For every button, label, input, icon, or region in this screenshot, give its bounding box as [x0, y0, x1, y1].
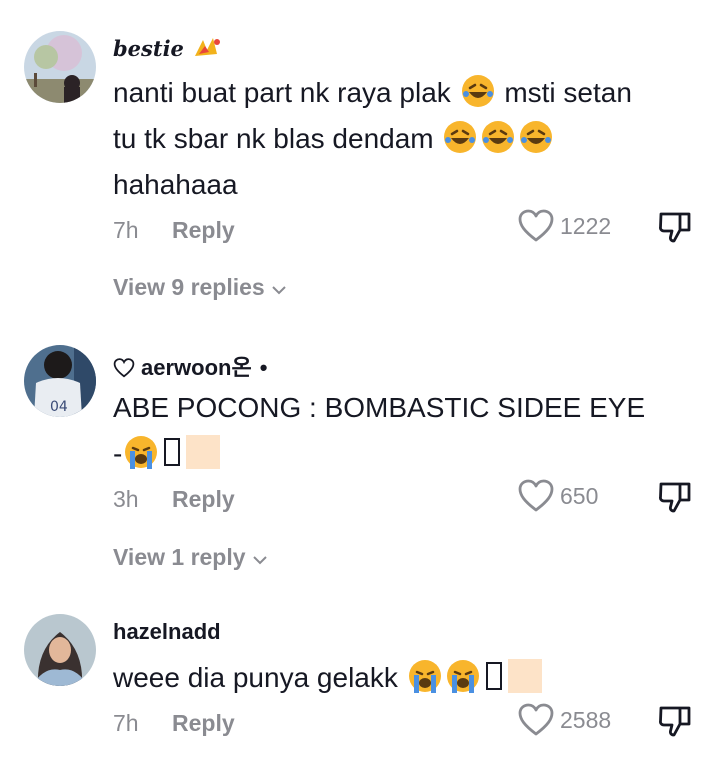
like-button[interactable] — [518, 209, 554, 248]
view-replies-button[interactable]: View 1 reply — [113, 544, 268, 571]
like-button[interactable] — [518, 479, 554, 518]
avatar[interactable]: 04 — [24, 345, 96, 417]
skin-tone-modifier-icon — [507, 659, 542, 693]
username[interactable]: hazelnadd — [113, 619, 221, 645]
reply-button[interactable]: Reply — [172, 486, 235, 513]
username[interactable]: bestie — [113, 36, 221, 65]
view-replies-button[interactable]: View 9 replies — [113, 274, 287, 301]
chevron-down-icon — [271, 274, 287, 301]
heart-outline-icon — [518, 703, 554, 741]
comment-text: - — [113, 431, 221, 477]
heart-outline-icon — [113, 358, 135, 384]
like-count: 650 — [560, 483, 599, 509]
unsupported-glyph-icon — [164, 438, 181, 466]
unsupported-glyph-icon — [485, 662, 502, 690]
chevron-down-icon — [252, 544, 268, 571]
dislike-button[interactable] — [658, 480, 692, 519]
sparkle-emoji-icon — [191, 36, 221, 65]
skin-tone-modifier-icon — [186, 435, 221, 469]
dot-separator: • — [259, 355, 268, 380]
like-button[interactable] — [518, 703, 554, 742]
comment-text: nanti buat part nk raya plak msti setan — [113, 70, 632, 116]
heart-outline-icon — [518, 209, 554, 247]
svg-text:04: 04 — [50, 399, 68, 415]
comment-time: 7h — [113, 217, 139, 243]
like-count: 2588 — [560, 707, 612, 733]
avatar[interactable] — [24, 614, 96, 686]
dislike-button[interactable] — [658, 704, 692, 743]
dislike-button[interactable] — [658, 210, 692, 249]
comment-time: 7h — [113, 710, 139, 736]
comment-time: 3h — [113, 486, 139, 512]
thumbs-down-icon — [658, 482, 692, 518]
crying-emoji-icon — [446, 659, 480, 693]
username[interactable]: aerwoon온 • — [113, 350, 267, 384]
comment-text: weee dia punya gelakk — [113, 655, 542, 701]
laughing-emoji-icon — [519, 120, 553, 154]
laughing-emoji-icon — [481, 120, 515, 154]
comment-text: tu tk sbar nk blas dendam — [113, 116, 555, 162]
like-count: 1222 — [560, 213, 612, 239]
thumbs-down-icon — [658, 706, 692, 742]
reply-button[interactable]: Reply — [172, 217, 235, 244]
reply-button[interactable]: Reply — [172, 710, 235, 737]
crying-emoji-icon — [124, 435, 158, 469]
comment-text: ABE POCONG : BOMBASTIC SIDEE EYE — [113, 392, 646, 423]
thumbs-down-icon — [658, 212, 692, 248]
heart-outline-icon — [518, 479, 554, 517]
laughing-emoji-icon — [461, 74, 495, 108]
laughing-emoji-icon — [443, 120, 477, 154]
comment-text: hahahaaa — [113, 169, 238, 200]
avatar[interactable] — [24, 31, 96, 103]
crying-emoji-icon — [408, 659, 442, 693]
